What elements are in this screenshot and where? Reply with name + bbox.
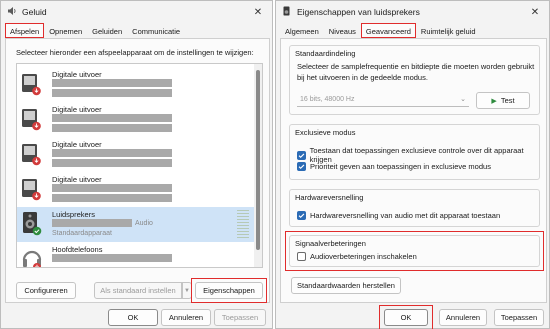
device-name: Hoofdtelefoons	[52, 245, 103, 254]
default-format-group: Standaardindeling Selecteer de samplefre…	[289, 45, 540, 115]
chevron-down-icon: ▼	[184, 287, 190, 294]
digital-output-icon	[22, 109, 41, 131]
headphones-icon	[22, 250, 42, 267]
digital-output-icon	[22, 179, 41, 201]
cancel-button[interactable]: Annuleren	[161, 309, 211, 326]
advanced-panel: Standaardindeling Selecteer de samplefre…	[280, 38, 547, 303]
device-item[interactable]: Digitale uitvoer	[17, 67, 255, 102]
tab-recording[interactable]: Opnemen	[44, 24, 87, 38]
close-button[interactable]: ✕	[521, 1, 549, 23]
group-title: Signaalverbeteringen	[295, 239, 366, 248]
volume-meter	[237, 210, 249, 240]
checkmark-icon	[297, 150, 306, 160]
device-name: Digitale uitvoer	[52, 105, 102, 114]
ok-button[interactable]: OK	[108, 309, 158, 326]
properties-tabs: Algemeen Niveaus Geavanceerd Ruimtelijk …	[280, 23, 549, 38]
hw-acceleration-group: Hardwareversnelling Hardwareversnelling …	[289, 189, 540, 227]
sound-title: Geluid	[22, 7, 47, 17]
speaker-properties-dialog: Eigenschappen van luidsprekers ✕ Algemee…	[275, 0, 550, 329]
digital-output-icon	[22, 144, 41, 166]
device-item[interactable]: Hoofdtelefoons	[17, 242, 255, 267]
device-item-speakers[interactable]: Luidsprekers Audio Standaardapparaat	[17, 207, 255, 242]
sound-dialog: Geluid ✕ Afspelen Opnemen Geluiden Commu…	[0, 0, 273, 329]
set-default-dropdown[interactable]: ▼	[182, 282, 192, 299]
device-list[interactable]: Digitale uitvoer Digitale uitvoer Digita…	[16, 63, 263, 268]
tab-sounds[interactable]: Geluiden	[87, 24, 127, 38]
exclusive-mode-group: Exclusieve modus Toestaan dat toepassing…	[289, 124, 540, 180]
playback-panel: Selecteer hieronder een afspeelapparaat …	[5, 38, 270, 303]
restore-defaults-button[interactable]: Standaardwaarden herstellen	[291, 277, 401, 294]
device-name: Digitale uitvoer	[52, 140, 102, 149]
test-button[interactable]: ▶ Test	[476, 92, 530, 109]
speaker-device-icon	[23, 212, 42, 236]
digital-output-icon	[22, 74, 41, 96]
set-default-button[interactable]: Als standaard instellen	[94, 282, 182, 299]
checkmark-icon	[297, 162, 306, 171]
scrollbar-thumb[interactable]	[256, 70, 260, 250]
device-item[interactable]: Digitale uitvoer	[17, 102, 255, 137]
ok-button[interactable]: OK	[384, 309, 428, 326]
format-select[interactable]: 16 bits, 48000 Hz ⌄	[297, 93, 469, 107]
sound-tabs: Afspelen Opnemen Geluiden Communicatie	[5, 23, 272, 38]
device-name: Digitale uitvoer	[52, 175, 102, 184]
group-description: Selecteer de samplefrequentie en bitdiep…	[297, 62, 535, 82]
tab-levels[interactable]: Niveaus	[324, 24, 361, 38]
tab-communication[interactable]: Communicatie	[127, 24, 185, 38]
checkmark-icon	[297, 211, 306, 220]
device-driver: Audio	[135, 220, 153, 227]
play-icon: ▶	[491, 97, 497, 105]
group-title: Hardwareversnelling	[295, 193, 364, 202]
tab-general[interactable]: Algemeen	[280, 24, 324, 38]
apply-button[interactable]: Toepassen	[494, 309, 544, 326]
group-title: Exclusieve modus	[295, 128, 356, 137]
apply-button[interactable]: Toepassen	[214, 309, 266, 326]
close-button[interactable]: ✕	[244, 1, 272, 23]
speaker-app-icon	[282, 6, 292, 18]
cancel-button[interactable]: Annuleren	[439, 309, 487, 326]
device-list-scrollbar[interactable]	[254, 64, 262, 267]
instruction-text: Selecteer hieronder een afspeelapparaat …	[16, 48, 254, 57]
speaker-app-icon	[7, 6, 17, 18]
configure-button[interactable]: Configureren	[16, 282, 76, 299]
device-name: Digitale uitvoer	[52, 70, 102, 79]
hw-acceleration-checkbox[interactable]: Hardwareversnelling van audio met dit ap…	[297, 211, 500, 220]
properties-title: Eigenschappen van luidsprekers	[297, 7, 420, 17]
tab-spatial-sound[interactable]: Ruimtelijk geluid	[416, 24, 481, 38]
tab-playback[interactable]: Afspelen	[5, 23, 45, 38]
audio-enhancements-checkbox[interactable]: Audioverbeteringen inschakelen	[297, 252, 417, 261]
sound-titlebar: Geluid ✕	[1, 1, 272, 23]
exclusive-priority-checkbox[interactable]: Prioriteit geven aan toepassingen in exc…	[297, 162, 491, 171]
group-title: Standaardindeling	[295, 49, 356, 58]
checkbox-unchecked-icon	[297, 252, 306, 261]
device-item[interactable]: Digitale uitvoer	[17, 137, 255, 172]
chevron-down-icon: ⌄	[460, 96, 466, 103]
properties-button[interactable]: Eigenschappen	[195, 282, 263, 299]
device-name: Luidsprekers	[52, 210, 95, 219]
device-item[interactable]: Digitale uitvoer	[17, 172, 255, 207]
tab-advanced[interactable]: Geavanceerd	[360, 23, 416, 38]
properties-titlebar: Eigenschappen van luidsprekers ✕	[276, 1, 549, 23]
device-status: Standaardapparaat	[52, 230, 112, 237]
signal-enhancements-group: Signaalverbeteringen Audioverbeteringen …	[289, 235, 540, 267]
